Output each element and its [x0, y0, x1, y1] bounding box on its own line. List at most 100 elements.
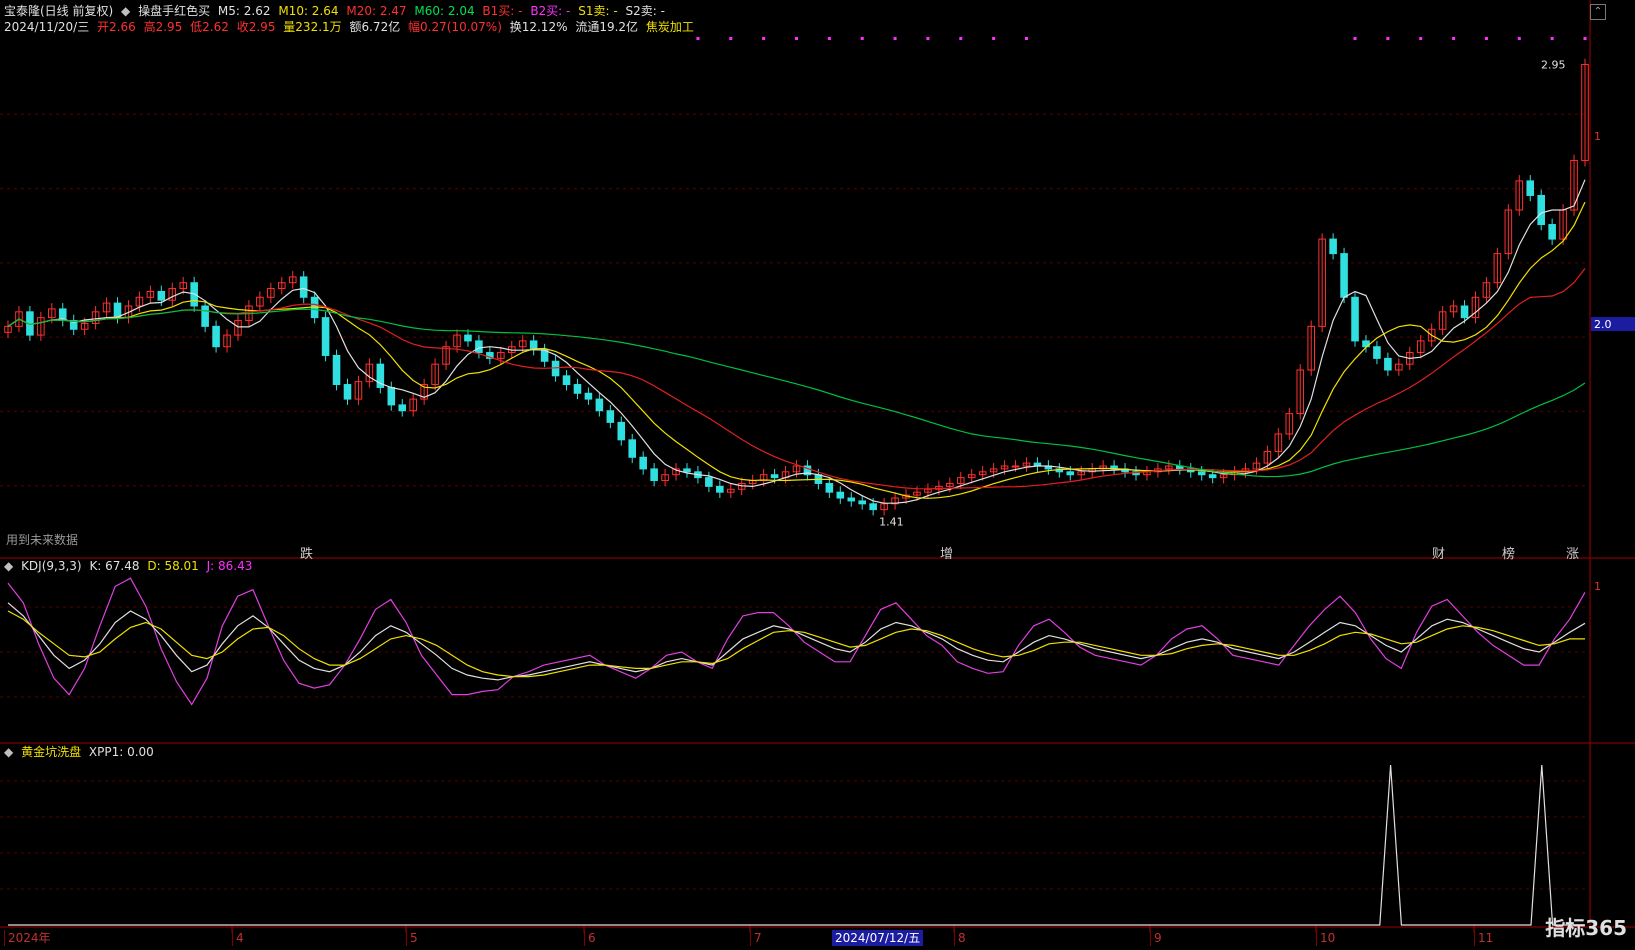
x-label-year: 2024年: [4, 930, 51, 946]
x-label-jul: 7: [750, 930, 762, 946]
right-axis-price-label: 2.0: [1594, 318, 1612, 331]
signal-dot: [795, 37, 798, 40]
candle-body: [606, 410, 615, 423]
b1-signal: B1买: -: [482, 4, 523, 18]
signal-dot: [893, 37, 897, 40]
candle-body: [858, 500, 866, 505]
signal-dot: [1583, 37, 1587, 40]
xpp-header: ◆ 黄金坑洗盘 XPP1: 0.00: [4, 744, 158, 760]
candle-body: [201, 305, 209, 327]
low-price-marker: 1.41: [879, 515, 904, 528]
candle-body: [1011, 465, 1020, 468]
event-ranking[interactable]: 榜: [1502, 543, 1515, 562]
kdj-k-value: K: 67.48: [89, 559, 140, 573]
quote-close: 收2.95: [236, 20, 276, 34]
candle-body: [650, 468, 658, 482]
brand-logo: 指标365: [1545, 916, 1627, 940]
x-label-aug: 8: [954, 930, 966, 946]
signal-dot: [1386, 37, 1390, 40]
quote-low: 低2.62: [190, 20, 229, 34]
kdj-header: ◆ KDJ(9,3,3) K: 67.48 D: 58.01 J: 86.43: [4, 558, 256, 574]
quote-volume: 量232.1万: [283, 20, 342, 34]
signal-dot: [1024, 37, 1028, 40]
candle-body: [475, 340, 483, 354]
x-label-sep: 9: [1150, 930, 1162, 946]
b2-signal: B2买: -: [530, 4, 571, 18]
candle-body: [705, 477, 713, 487]
signal-dot: [696, 37, 700, 40]
indicator-icon: ◆: [121, 4, 131, 18]
ma60-value: M60: 2.04: [414, 4, 475, 18]
quote-line: 2024/11/20/三 开2.66 高2.95 低2.62 收2.95 量23…: [4, 19, 698, 35]
kdj-j-value: J: 86.43: [206, 559, 253, 573]
signal-dot: [827, 37, 831, 40]
stock-name[interactable]: 宝泰隆(日线 前复权): [4, 4, 113, 18]
ma5-value: M5: 2.62: [217, 4, 271, 18]
quote-open: 开2.66: [97, 20, 136, 34]
main-header: 宝泰隆(日线 前复权) ◆ 操盘手红色买 M5: 2.62 M10: 2.64 …: [4, 3, 669, 19]
right-axis-label: 1: [1594, 130, 1601, 143]
x-label-may: 5: [406, 930, 418, 946]
candle-body: [825, 482, 834, 493]
quote-date: 2024/11/20/三: [4, 20, 90, 34]
candle-body: [1526, 180, 1535, 196]
candle-body: [1066, 471, 1075, 476]
candle-body: [1329, 238, 1337, 255]
candle-body: [847, 497, 856, 502]
candle-body: [1351, 296, 1359, 342]
s1-signal: S1卖: -: [578, 4, 618, 18]
candle-body: [836, 491, 845, 499]
signal-dot: [926, 37, 930, 40]
quote-turnover: 换12.12%: [509, 20, 568, 34]
s2-signal: S2卖: -: [625, 4, 665, 18]
candle-body: [639, 456, 647, 470]
candle-body: [617, 421, 626, 441]
xpp-title[interactable]: 黄金坑洗盘: [21, 745, 81, 759]
signal-dot: [1419, 37, 1423, 40]
ma10-value: M10: 2.64: [278, 4, 339, 18]
candle-body: [212, 325, 220, 348]
indicator-name[interactable]: 操盘手红色买: [138, 4, 210, 18]
candle-body: [387, 386, 396, 406]
candle-body: [1460, 305, 1469, 319]
candle-body: [573, 384, 582, 394]
candle-body: [1373, 346, 1381, 359]
candle-body: [562, 375, 571, 386]
candle-body: [595, 398, 604, 412]
candle-body: [321, 317, 330, 356]
candle-body: [1548, 224, 1556, 240]
kdj-toggle-icon[interactable]: ◆: [4, 559, 13, 573]
quote-amount: 额6.72亿: [349, 20, 401, 34]
x-label-jun: 6: [584, 930, 596, 946]
candle-body: [584, 392, 593, 400]
candle-body: [332, 354, 341, 386]
signal-dot: [1452, 37, 1456, 40]
candle-body: [299, 276, 308, 298]
candle-body: [716, 485, 724, 493]
quote-sector[interactable]: 焦炭加工: [646, 20, 694, 34]
xpp-toggle-icon[interactable]: ◆: [4, 745, 13, 759]
candle-body: [113, 302, 122, 319]
event-increase[interactable]: 增: [940, 543, 953, 562]
high-price-marker: 2.95: [1541, 59, 1566, 72]
xpp-value: XPP1: 0.00: [88, 745, 154, 759]
event-rise[interactable]: 涨: [1566, 543, 1579, 562]
stock-chart-canvas[interactable]: 2.95 1.41 1 2.0 1: [0, 0, 1635, 950]
candle-body: [869, 503, 877, 511]
candle-body: [1384, 357, 1392, 371]
signal-dot: [1517, 37, 1521, 40]
candle-body: [343, 384, 352, 400]
x-label-nov: 11: [1474, 930, 1493, 946]
event-finance[interactable]: 财: [1432, 543, 1445, 562]
x-label-apr: 4: [232, 930, 244, 946]
x-label-oct: 10: [1316, 930, 1335, 946]
signal-dot: [992, 37, 996, 40]
quote-change: 幅0.27(10.07%): [408, 20, 502, 34]
candle-body: [770, 474, 779, 479]
signal-dot: [959, 37, 963, 40]
x-label-cursor-date: 2024/07/12/五: [832, 930, 924, 946]
collapse-icon[interactable]: ⌃: [1590, 4, 1606, 20]
event-fall[interactable]: 跌: [300, 543, 313, 562]
kdj-title[interactable]: KDJ(9,3,3): [21, 559, 82, 573]
candle-body: [551, 360, 560, 377]
